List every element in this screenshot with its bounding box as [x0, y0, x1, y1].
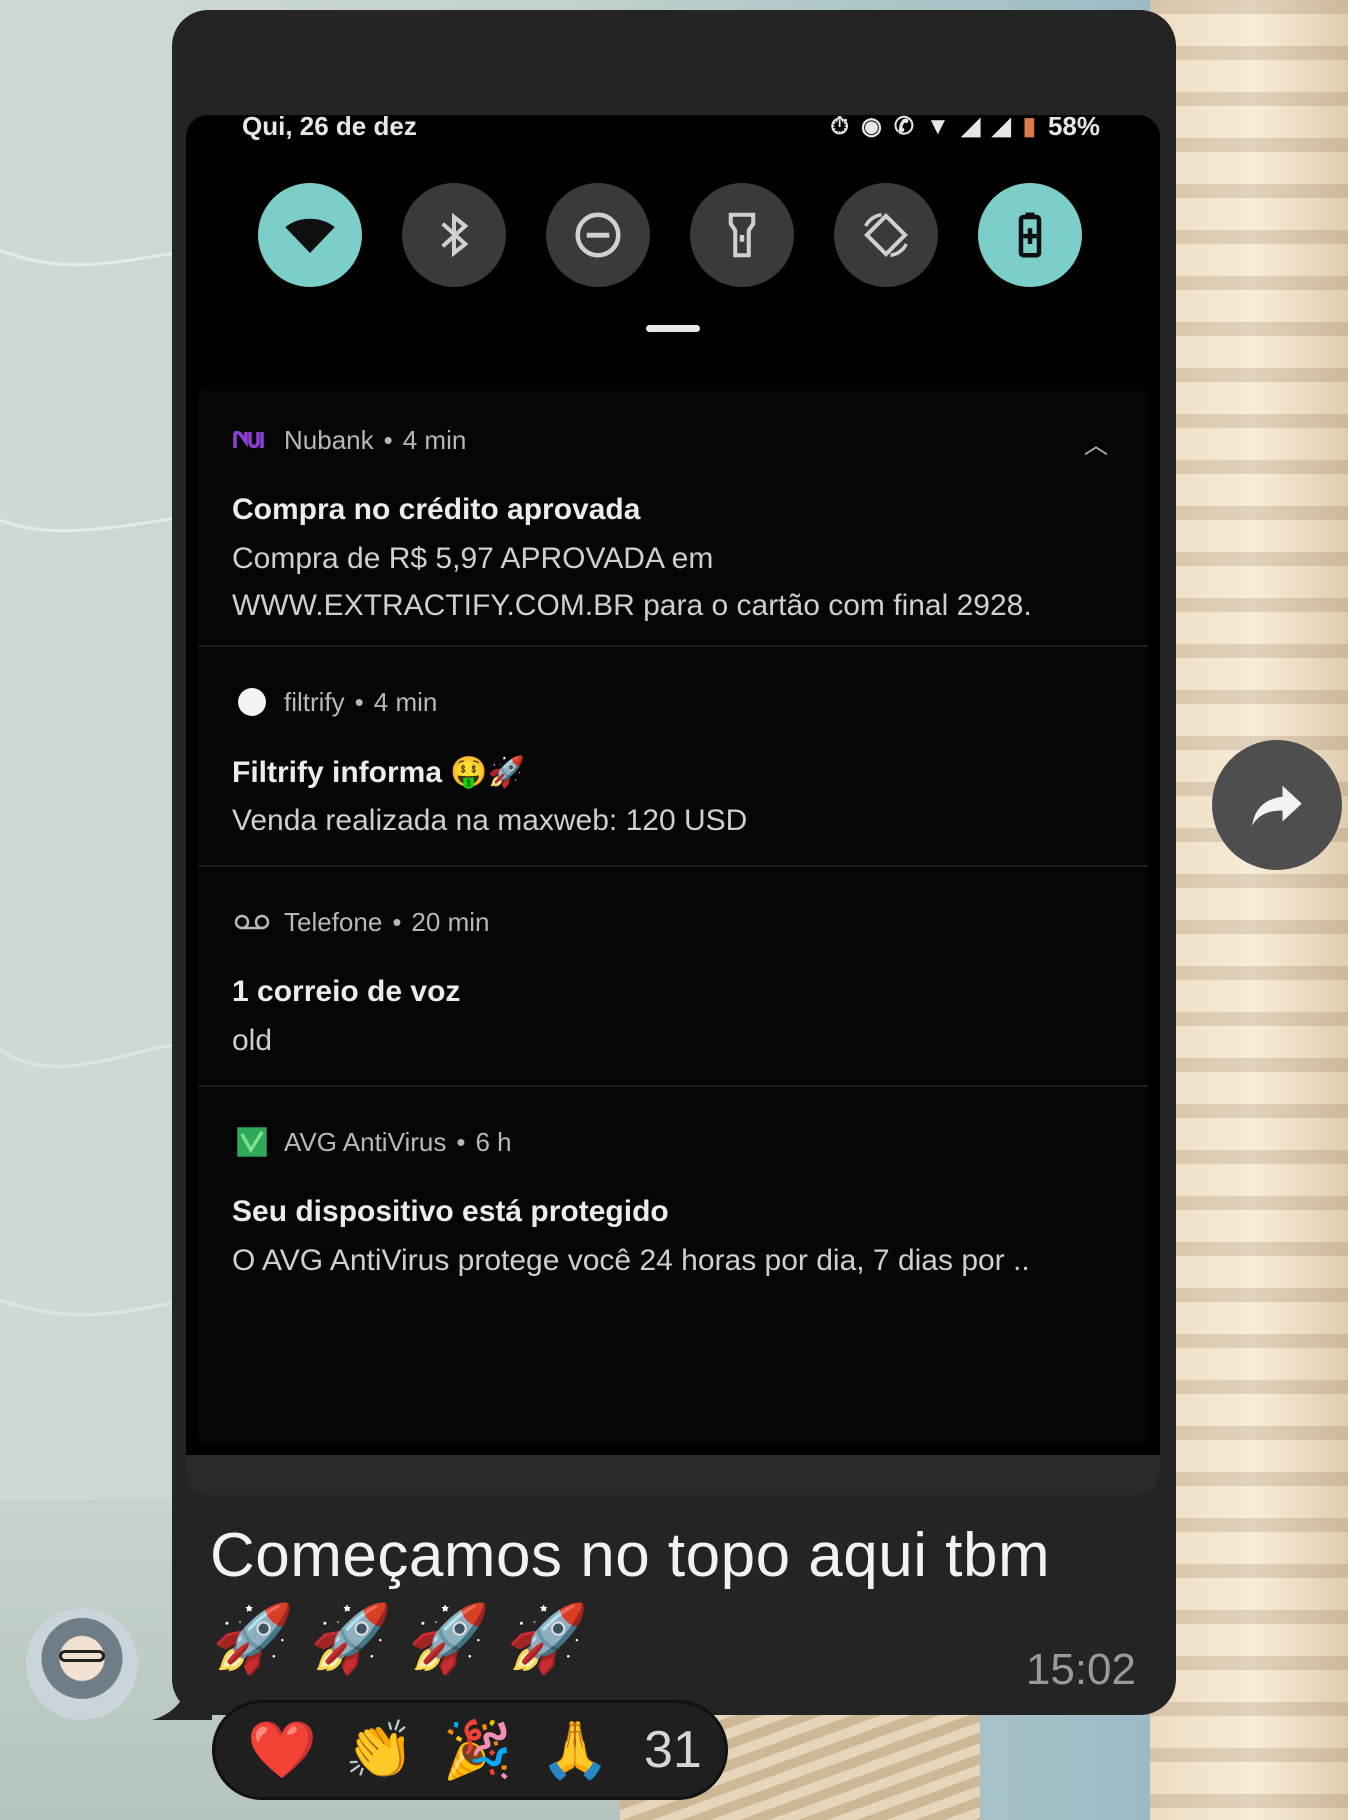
alarm-icon: ⏱ — [830, 115, 849, 140]
do-not-disturb-tile[interactable] — [546, 183, 650, 287]
screenshot-bottom-strip — [186, 1455, 1160, 1495]
notification-nubank[interactable]: Nubank • 4 min ︿ Compra no crédito aprov… — [198, 385, 1148, 647]
notification-body: O AVG AntiVirus protege você 24 horas po… — [232, 1237, 1030, 1284]
chevron-up-icon[interactable]: ︿ — [1084, 425, 1108, 460]
notification-title: 1 correio de voz — [232, 975, 461, 1008]
forward-button[interactable] — [1212, 740, 1342, 870]
avg-icon — [232, 1127, 272, 1157]
notification-body: Venda realizada na maxweb: 120 USD — [232, 797, 747, 844]
status-bar: Qui, 26 de dez ⏱ ◉ ✆ ▼ ◢ ◢ ▮ 58% — [186, 115, 1160, 143]
status-date: Qui, 26 de dez — [242, 115, 417, 141]
nubank-icon — [232, 425, 272, 455]
avatar[interactable] — [26, 1608, 138, 1720]
battery-saver-icon — [1018, 212, 1042, 258]
wifi-status-icon: ▼ — [926, 115, 950, 140]
flashlight-tile[interactable] — [690, 183, 794, 287]
message-text: Começamos no topo aqui tbm — [210, 1521, 1051, 1590]
party-reaction[interactable]: 🎉 — [442, 1717, 512, 1783]
vibrate-icon: ◉ — [860, 115, 882, 140]
notification-header: Nubank • 4 min — [232, 423, 466, 457]
notification-app: filtrify — [284, 686, 345, 717]
status-icons: ⏱ ◉ ✆ ▼ ◢ ◢ ▮ 58% — [830, 115, 1100, 142]
battery-saver-tile[interactable] — [978, 183, 1082, 287]
attached-screenshot[interactable]: Qui, 26 de dez ⏱ ◉ ✆ ▼ ◢ ◢ ▮ 58% Nubank … — [186, 115, 1160, 1495]
notification-header: filtrify • 4 min — [232, 685, 437, 719]
message-emoji: 🚀🚀🚀🚀 — [212, 1601, 605, 1675]
drag-handle[interactable] — [646, 325, 700, 332]
wifi-icon — [285, 218, 335, 253]
avatar-glasses — [59, 1650, 105, 1662]
battery-icon: ▮ — [1022, 115, 1036, 140]
signal-icon: ◢ — [961, 115, 981, 140]
notification-app: Nubank — [284, 424, 374, 455]
bluetooth-icon — [441, 212, 469, 258]
notification-time: 4 min — [373, 686, 438, 717]
notification-telefone[interactable]: Telefone • 20 min 1 correio de voz old — [198, 867, 1148, 1087]
reactions-bar[interactable]: ❤️ 👏 🎉 🙏 31 — [212, 1700, 728, 1800]
flashlight-icon — [728, 212, 756, 258]
signal-2-icon: ◢ — [992, 115, 1011, 140]
notification-list: Nubank • 4 min ︿ Compra no crédito aprov… — [198, 385, 1148, 1445]
filtrify-icon — [232, 687, 272, 717]
notification-time: 20 min — [411, 906, 490, 937]
notification-app: Telefone — [284, 906, 383, 937]
do-not-disturb-icon — [575, 212, 621, 258]
notification-time: 6 h — [475, 1126, 512, 1157]
notification-time: 4 min — [402, 424, 467, 455]
auto-rotate-icon — [864, 212, 908, 258]
notification-body-line: O AVG AntiVirus protege você 24 horas po… — [232, 1244, 1030, 1277]
voicemail-icon — [232, 907, 272, 937]
pray-reaction[interactable]: 🙏 — [540, 1717, 610, 1783]
quick-settings — [258, 183, 1088, 289]
forward-icon — [1252, 785, 1302, 826]
notification-header: Telefone • 20 min — [232, 905, 489, 939]
notification-avg[interactable]: AVG AntiVirus • 6 h Seu dispositivo está… — [198, 1087, 1148, 1307]
notification-body-line: Venda realizada na maxweb: 120 USD — [232, 804, 748, 837]
notification-body-line: old — [232, 1024, 273, 1057]
notification-body: old — [232, 1017, 272, 1064]
heart-reaction[interactable]: ❤️ — [247, 1717, 317, 1783]
battery-percent: 58% — [1047, 115, 1100, 141]
notification-body: Compra de R$ 5,97 APROVADA em WWW.EXTRAC… — [232, 535, 1032, 629]
notification-title: Seu dispositivo está protegido — [232, 1195, 669, 1228]
bluetooth-tile[interactable] — [402, 183, 506, 287]
notification-title: Filtrify informa 🤑🚀 — [232, 756, 526, 789]
reaction-count: 31 — [643, 1721, 702, 1779]
notification-filtrify[interactable]: filtrify • 4 min Filtrify informa 🤑🚀 Ven… — [198, 647, 1148, 867]
bubble-tail — [152, 1660, 212, 1720]
notification-app: AVG AntiVirus — [284, 1126, 447, 1157]
wifi-tile[interactable] — [258, 183, 362, 287]
auto-rotate-tile[interactable] — [834, 183, 938, 287]
notification-header: AVG AntiVirus • 6 h — [232, 1125, 512, 1159]
notification-body-line: WWW.EXTRACTIFY.COM.BR para o cartão com … — [232, 589, 1032, 622]
message-time: 15:02 — [1025, 1645, 1136, 1694]
call-icon: ✆ — [893, 115, 915, 140]
clap-reaction[interactable]: 👏 — [345, 1717, 415, 1783]
notification-title: Compra no crédito aprovada — [232, 493, 641, 526]
notification-body-line: Compra de R$ 5,97 APROVADA em — [232, 542, 714, 575]
